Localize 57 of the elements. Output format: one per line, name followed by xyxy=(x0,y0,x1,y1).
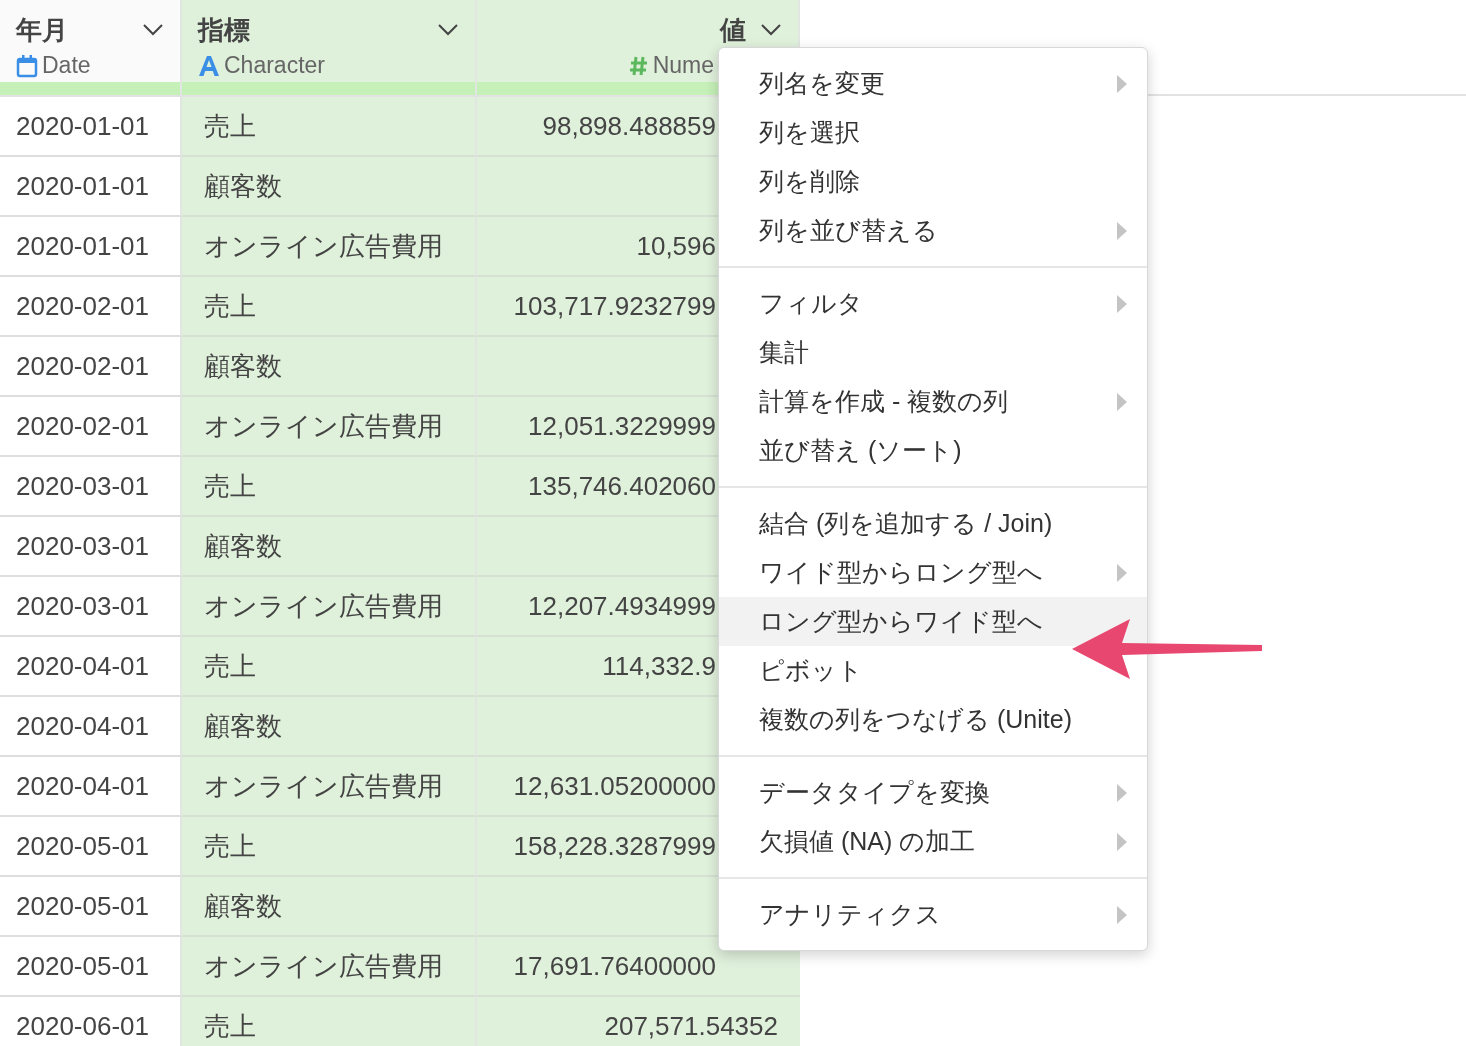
table-cell: 売上 xyxy=(182,637,477,697)
table-cell: 2020-03-01 xyxy=(0,577,182,637)
table-cell: オンライン広告費用 xyxy=(182,937,477,997)
table-cell: 17,691.76400000 xyxy=(477,937,800,997)
table-cell: オンライン広告費用 xyxy=(182,577,477,637)
column-name: 年月 xyxy=(16,13,68,47)
table-cell: 顧客数 xyxy=(182,697,477,757)
column-name: 指標 xyxy=(198,13,250,47)
table-cell: 2020-05-01 xyxy=(0,937,182,997)
table-cell: 顧客数 xyxy=(182,157,477,217)
submenu-arrow-icon xyxy=(1117,74,1127,93)
table-cell: 2020-01-01 xyxy=(0,217,182,277)
table-cell: 顧客数 xyxy=(182,517,477,577)
menu-item[interactable]: 列を削除 xyxy=(719,157,1147,206)
table-cell: 2020-03-01 xyxy=(0,517,182,577)
table-cell: 売上 xyxy=(182,817,477,877)
table-cell: 2020-04-01 xyxy=(0,697,182,757)
chevron-down-icon[interactable] xyxy=(142,23,164,37)
table-cell: 顧客数 xyxy=(182,337,477,397)
column-type: Nume xyxy=(652,52,714,79)
table-cell: オンライン広告費用 xyxy=(182,757,477,817)
table-cell: 売上 xyxy=(182,997,477,1046)
table-cell: 2020-05-01 xyxy=(0,877,182,937)
table-cell: 2020-01-01 xyxy=(0,97,182,157)
submenu-arrow-icon xyxy=(1117,832,1127,851)
menu-item[interactable]: アナリティクス xyxy=(719,890,1147,939)
hash-icon xyxy=(628,54,649,77)
submenu-arrow-icon xyxy=(1117,221,1127,240)
table-cell: 顧客数 xyxy=(182,877,477,937)
table-cell: 2020-02-01 xyxy=(0,337,182,397)
table-cell: 売上 xyxy=(182,277,477,337)
submenu-arrow-icon xyxy=(1117,905,1127,924)
table-cell: 2020-01-01 xyxy=(0,157,182,217)
table-cell: オンライン広告費用 xyxy=(182,217,477,277)
chevron-down-icon[interactable] xyxy=(760,23,782,37)
column-name: 値 xyxy=(720,13,746,47)
submenu-arrow-icon xyxy=(1117,783,1127,802)
table-cell: オンライン広告費用 xyxy=(182,397,477,457)
menu-item[interactable]: ロング型からワイド型へ xyxy=(719,597,1147,646)
menu-item[interactable]: 複数の列をつなげる (Unite) xyxy=(719,695,1147,744)
table-cell: 2020-04-01 xyxy=(0,757,182,817)
table-cell: 売上 xyxy=(182,457,477,517)
column-type: Character xyxy=(224,52,325,79)
calendar-icon xyxy=(16,53,38,78)
table-cell: 2020-02-01 xyxy=(0,277,182,337)
table-cell: 207,571.54352 xyxy=(477,997,800,1046)
table-cell: 2020-03-01 xyxy=(0,457,182,517)
submenu-arrow-icon xyxy=(1117,294,1127,313)
table-cell: 2020-04-01 xyxy=(0,637,182,697)
table-cell: 2020-02-01 xyxy=(0,397,182,457)
chevron-down-icon[interactable] xyxy=(437,23,459,37)
submenu-arrow-icon xyxy=(1117,563,1127,582)
column-type: Date xyxy=(42,52,91,79)
letter-type-icon xyxy=(198,54,220,77)
table-cell: 2020-05-01 xyxy=(0,817,182,877)
table-cell: 売上 xyxy=(182,97,477,157)
submenu-arrow-icon xyxy=(1117,392,1127,411)
